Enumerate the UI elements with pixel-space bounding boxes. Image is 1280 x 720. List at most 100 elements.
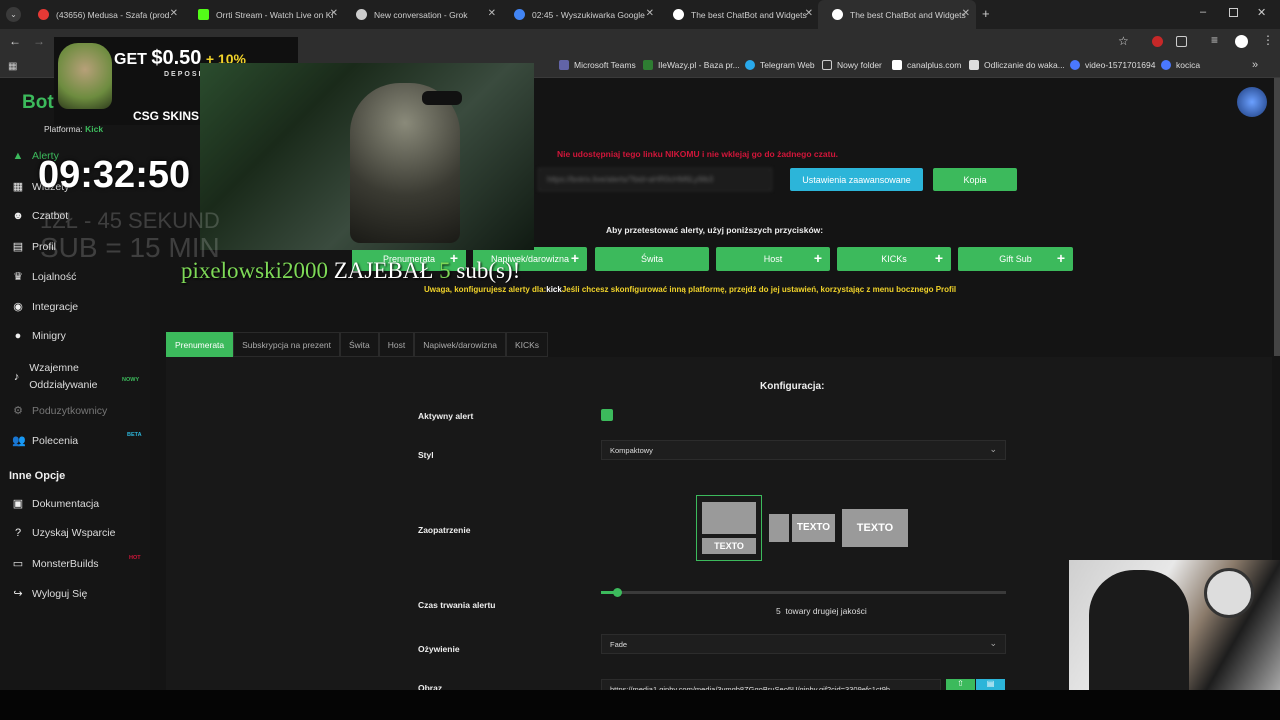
tab-subscription[interactable]: Prenumerata — [166, 332, 234, 357]
menu-icon[interactable]: ≡ — [1211, 33, 1218, 47]
test-instructions: Aby przetestować alerty, użyj poniższych… — [606, 225, 824, 235]
close-icon[interactable]: ✕ — [488, 8, 496, 19]
test-follow-button[interactable]: Świta — [595, 247, 709, 271]
sidebar-item-integrations[interactable]: ◉ Integracje — [12, 300, 78, 314]
warning-text: Nie udostępniaj tego linku NIKOMU i nie … — [557, 149, 838, 159]
stream-video-overlay — [200, 63, 534, 250]
logout-icon: ↪ — [13, 588, 23, 600]
close-icon[interactable]: ✕ — [330, 8, 338, 19]
upload-button[interactable]: ⇧ — [946, 679, 975, 690]
test-host-button[interactable]: Host + — [716, 247, 830, 271]
close-window-icon[interactable]: ✕ — [1257, 6, 1266, 19]
logo[interactable]: Bot — [22, 92, 54, 114]
plus-icon: + — [934, 250, 943, 266]
sidebar-item-loyalty[interactable]: ♛ Lojalność — [12, 270, 76, 284]
person-silhouette — [350, 83, 460, 243]
back-icon[interactable]: ← — [9, 34, 21, 48]
bookmark-item[interactable]: Microsoft Teams — [559, 60, 636, 70]
advanced-settings-button[interactable]: Ustawienia zaawansowane — [790, 168, 923, 191]
sidebar-item-subusers[interactable]: ⚙ Poduzytkownicy — [12, 404, 107, 418]
kick-icon — [198, 9, 209, 20]
gear-icon: ⚙ — [13, 405, 23, 417]
bookmark-item[interactable]: video-1571701694 — [1070, 60, 1155, 70]
close-icon[interactable]: ✕ — [170, 8, 178, 19]
bookmark-item[interactable]: kocica — [1161, 60, 1200, 70]
close-icon[interactable]: ✕ — [962, 8, 970, 19]
browser-tab-active[interactable]: The best ChatBot and Widgets ✕ — [818, 0, 976, 29]
sidebar-item-interactions[interactable]: ♪ Wzajemne Oddziaływanie — [12, 360, 122, 394]
config-title: Konfiguracja: — [760, 381, 825, 392]
bookmark-item[interactable]: Telegram Web — [745, 60, 815, 70]
active-alert-checkbox[interactable] — [601, 409, 613, 421]
forward-icon[interactable]: → — [33, 34, 45, 48]
slider-handle[interactable] — [613, 588, 623, 597]
user-avatar[interactable] — [1237, 87, 1267, 117]
youtube-icon — [38, 9, 49, 20]
monitor-icon: ▭ — [12, 558, 24, 570]
test-gift-sub-button[interactable]: Gift Sub + — [958, 247, 1073, 271]
bookmark-item[interactable]: Odliczanie do waka... — [969, 60, 1065, 70]
style-select[interactable]: Kompaktowy ⌄ — [601, 440, 1006, 460]
section-title: Inne Opcje — [9, 470, 66, 482]
page-scrollbar[interactable] — [1274, 78, 1280, 356]
bookmark-star-icon[interactable]: ☆ — [1118, 34, 1129, 48]
gallery-button[interactable]: ▤ — [976, 679, 1005, 690]
copy-button[interactable]: Kopia — [933, 168, 1017, 191]
hot-badge: HOT — [129, 555, 141, 561]
layout-preview-text: TEXTO — [856, 522, 894, 534]
bookmark-item[interactable]: IleWazy.pl - Baza pr... — [643, 60, 740, 70]
browser-tab[interactable]: New conversation - Grok ✕ — [342, 0, 502, 29]
alert-url-field[interactable]: https://botrix.live/alerts/?bid=aHR0cHM6… — [538, 168, 772, 191]
users-icon: 👥 — [12, 435, 26, 447]
beta-badge: BETA — [127, 432, 142, 438]
apps-icon[interactable]: ▦ — [8, 61, 17, 72]
sidebar-item-minigames[interactable]: ● Minigry — [12, 330, 66, 342]
duration-slider[interactable] — [601, 588, 1006, 597]
minimize-icon[interactable]: – — [1200, 6, 1206, 18]
extensions-puzzle-icon[interactable] — [1176, 36, 1187, 47]
tab-host[interactable]: Host — [378, 332, 415, 357]
sidebar-item-monsterbuilds[interactable]: ▭ MonsterBuilds — [12, 557, 99, 571]
sub-rule-1: 1ZŁ - 45 SEKUND — [40, 208, 220, 233]
tab-tip[interactable]: Napiwek/darowizna — [414, 332, 506, 357]
sidebar-item-docs[interactable]: ▣ Dokumentacja — [12, 497, 99, 511]
tab-kicks[interactable]: KICKs — [505, 332, 549, 357]
sidebar-item-support[interactable]: ? Uzyskaj Wsparcie — [12, 527, 116, 539]
character-image — [58, 43, 112, 109]
new-badge: NOWY — [122, 377, 140, 383]
book-icon: ▣ — [12, 498, 24, 510]
browser-tab[interactable]: (43656) Medusa - Szafa (prod. ✕ — [24, 0, 184, 29]
new-tab-icon[interactable]: + — [982, 6, 990, 21]
browser-tab[interactable]: The best ChatBot and Widgets ✕ — [659, 0, 819, 29]
extension-icon[interactable] — [1152, 36, 1163, 47]
layout-option-horizontal[interactable]: TEXTO — [769, 512, 835, 544]
more-icon[interactable]: ⋮ — [1262, 33, 1274, 47]
video-icon — [1070, 60, 1080, 70]
sidebar-item-referrals[interactable]: 👥 Polecenia — [12, 434, 78, 448]
browser-tab[interactable]: Orrti Stream - Watch Live on Ki ✕ — [184, 0, 344, 29]
layout-preview-text: TEXTO — [792, 514, 835, 542]
plus-icon: + — [1056, 250, 1065, 266]
test-kicks-button[interactable]: KICKs + — [837, 247, 951, 271]
profile-avatar[interactable] — [1235, 35, 1248, 48]
browser-tab[interactable]: 02:45 - Wyszukiwarka Google ✕ — [500, 0, 660, 29]
tab-gift-subscription[interactable]: Subskrypcja na prezent — [233, 332, 340, 357]
alert-type-tabs: Prenumerata Subskrypcja na prezent Świta… — [166, 332, 549, 357]
layout-option-vertical[interactable]: TEXTO — [696, 495, 762, 561]
bookmark-folder[interactable]: Nowy folder — [822, 60, 882, 70]
close-icon[interactable]: ✕ — [646, 8, 654, 19]
animation-select[interactable]: Fade ⌄ — [601, 634, 1006, 654]
layout-option-overlay[interactable]: TEXTO — [842, 509, 908, 547]
tab-search-icon[interactable]: ⌄ — [6, 7, 21, 22]
globe-icon: ◉ — [13, 301, 23, 313]
question-icon: ? — [14, 527, 22, 539]
video-icon — [1161, 60, 1171, 70]
close-icon[interactable]: ✕ — [805, 8, 813, 19]
tab-follow[interactable]: Świta — [339, 332, 379, 357]
bookmarks-overflow-icon[interactable]: » — [1252, 59, 1258, 71]
alert-icon: ▲ — [12, 150, 24, 162]
canalplus-icon — [892, 60, 902, 70]
bookmark-item[interactable]: canalplus.com — [892, 60, 961, 70]
maximize-icon[interactable] — [1229, 8, 1238, 17]
sidebar-item-logout[interactable]: ↪ Wyloguj Się — [12, 587, 87, 601]
